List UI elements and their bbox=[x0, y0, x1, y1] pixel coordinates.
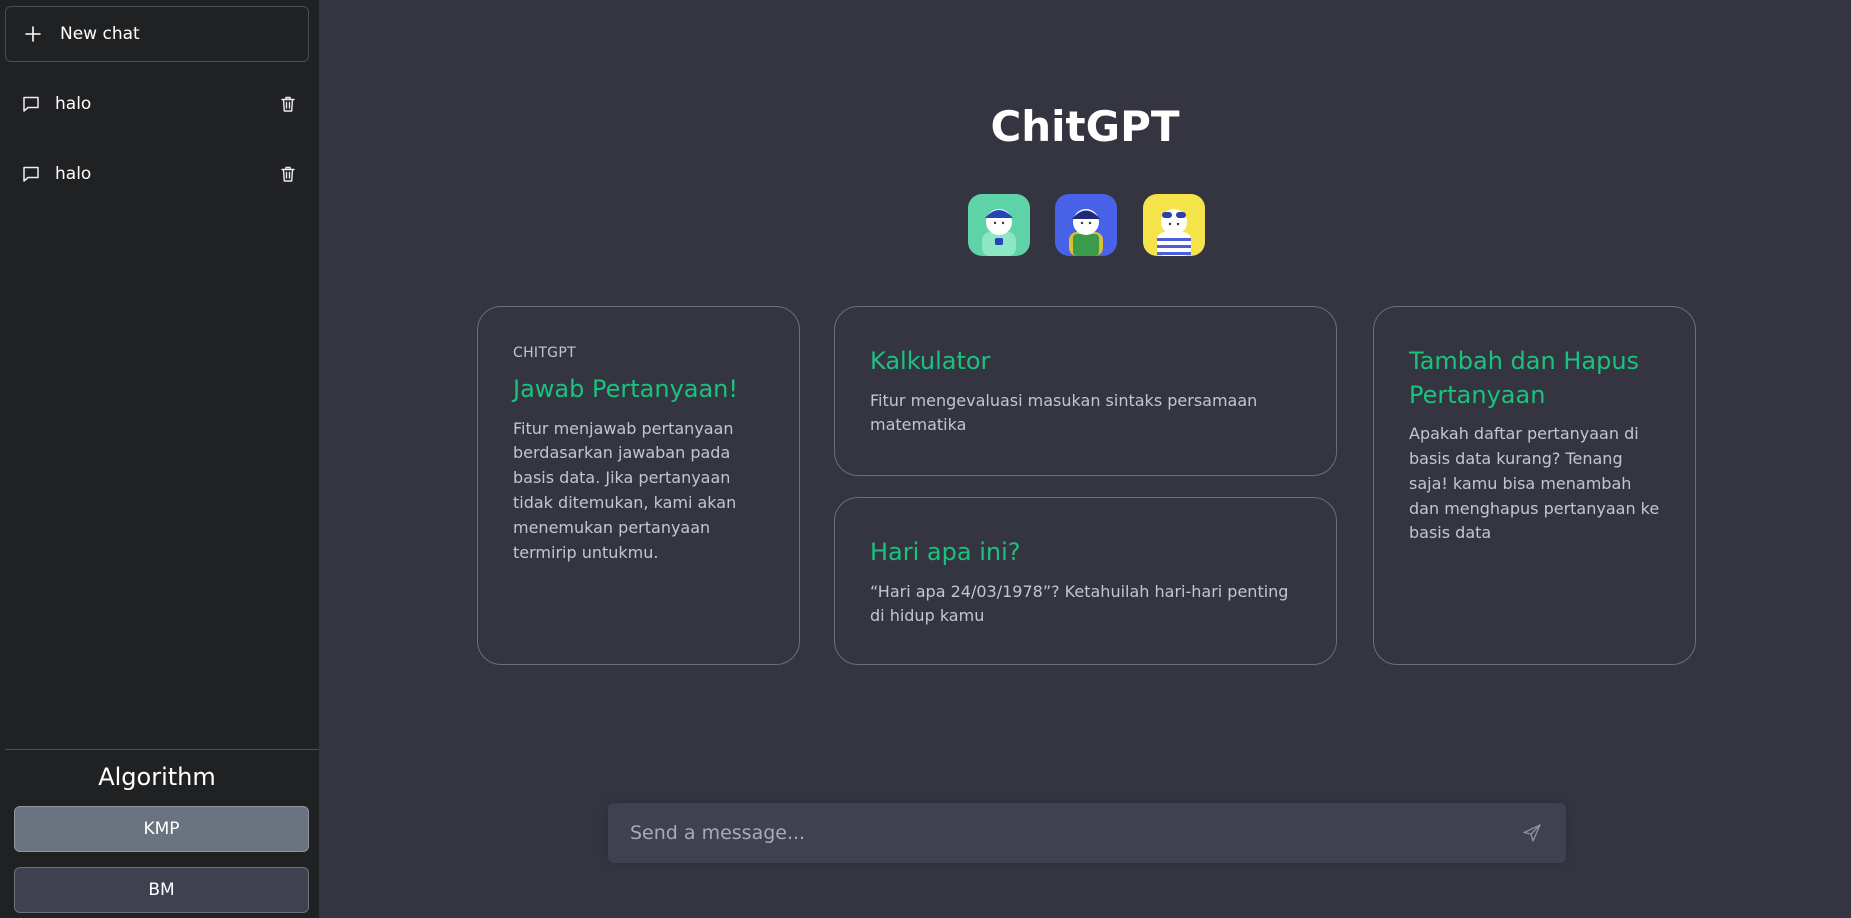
card-title: Kalkulator bbox=[870, 347, 991, 375]
main-area: ChitGPT CHITGPT Jawab Pertanyaan! Fitur … bbox=[319, 0, 1851, 918]
feature-card-kalkulator[interactable]: Kalkulator Fitur mengevaluasi masukan si… bbox=[834, 306, 1337, 476]
card-description: Fitur mengevaluasi masukan sintaks persa… bbox=[870, 390, 1258, 435]
chat-item[interactable]: halo bbox=[5, 146, 309, 202]
card-description: Apakah daftar pertanyaan di basis data k… bbox=[1409, 424, 1660, 543]
card-description: “Hari apa 24/03/1978”? Ketahuilah hari-h… bbox=[870, 581, 1289, 626]
new-chat-label: New chat bbox=[60, 24, 140, 44]
feature-card-tambah-hapus[interactable]: Tambah dan Hapus Pertanyaan Apakah dafta… bbox=[1373, 306, 1696, 665]
feature-card-hari[interactable]: Hari apa ini? “Hari apa 24/03/1978”? Ket… bbox=[834, 497, 1337, 665]
plus-icon bbox=[24, 25, 42, 43]
chat-item-label: halo bbox=[55, 94, 92, 114]
message-input[interactable] bbox=[628, 821, 1518, 845]
avatar-green-icon bbox=[968, 194, 1030, 256]
card-title: Tambah dan Hapus Pertanyaan bbox=[1409, 347, 1640, 409]
new-chat-button[interactable]: New chat bbox=[5, 6, 309, 62]
chat-item-label: halo bbox=[55, 164, 92, 184]
card-title: Jawab Pertanyaan! bbox=[513, 375, 739, 403]
card-eyebrow: CHITGPT bbox=[513, 345, 576, 361]
sidebar: New chat halo halo Algorithm KMP BM bbox=[0, 0, 319, 918]
message-input-container bbox=[608, 803, 1566, 863]
avatar-yellow-icon bbox=[1143, 194, 1205, 256]
message-icon bbox=[21, 164, 41, 184]
send-icon[interactable] bbox=[1518, 819, 1546, 847]
algorithm-title: Algorithm bbox=[98, 763, 216, 791]
feature-card-jawab[interactable]: CHITGPT Jawab Pertanyaan! Fitur menjawab… bbox=[477, 306, 800, 665]
message-icon bbox=[21, 94, 41, 114]
sidebar-divider bbox=[5, 749, 319, 750]
avatar-blue-icon bbox=[1055, 194, 1117, 256]
card-description: Fitur menjawab pertanyaan berdasarkan ja… bbox=[513, 418, 737, 562]
page-title: ChitGPT bbox=[990, 102, 1180, 151]
trash-icon[interactable] bbox=[277, 93, 299, 115]
card-title: Hari apa ini? bbox=[870, 538, 1021, 566]
kmp-button[interactable]: KMP bbox=[14, 806, 309, 852]
bm-button[interactable]: BM bbox=[14, 867, 309, 913]
chat-item[interactable]: halo bbox=[5, 76, 309, 132]
trash-icon[interactable] bbox=[277, 163, 299, 185]
